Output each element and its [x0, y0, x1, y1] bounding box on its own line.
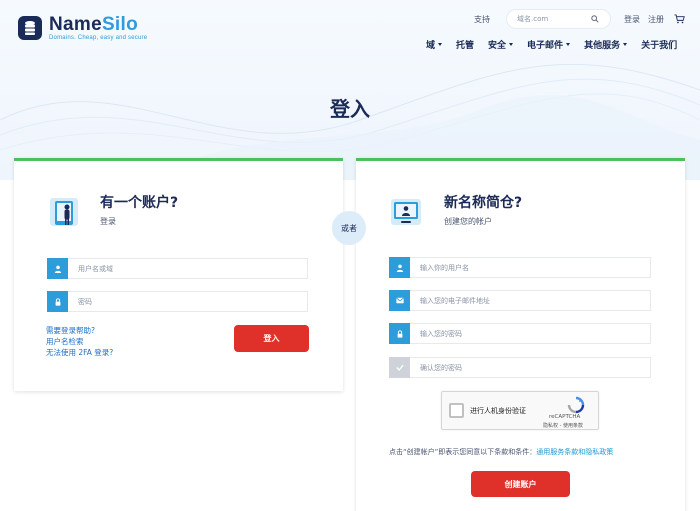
chevron-down-icon — [438, 43, 443, 46]
recaptcha-checkbox[interactable] — [449, 403, 464, 418]
register-username-input[interactable] — [410, 257, 651, 278]
chevron-down-icon — [623, 43, 628, 46]
page-title: 登入 — [330, 97, 370, 121]
cart-icon[interactable] — [674, 14, 685, 24]
header-login-link[interactable]: 登录 — [624, 14, 640, 25]
login-username-field — [47, 258, 308, 279]
login-card-header: 有一个账户? 登录 — [47, 195, 178, 229]
nav-other-services[interactable]: 其他服务 — [584, 38, 628, 51]
login-help-links: 需要登录帮助? 用户名检索 无法使用 2FA 登录? — [46, 325, 113, 358]
register-confirm-password-input[interactable] — [410, 357, 651, 378]
chevron-down-icon — [509, 43, 514, 46]
register-password-field — [389, 323, 651, 344]
terms-text: 点击“创建帐户”即表示您同意以下条款和条件： — [389, 448, 537, 456]
header-register-link[interactable]: 注册 — [648, 14, 664, 25]
nav-about-us[interactable]: 关于我们 — [641, 38, 677, 51]
register-username-field — [389, 257, 651, 278]
logo-silo-icon — [18, 16, 42, 40]
domain-search-box — [507, 10, 610, 28]
terms-notice: 点击“创建帐户”即表示您同意以下条款和条件：通用服务条款和隐私政策 — [389, 447, 613, 457]
2fa-help-link[interactable]: 无法使用 2FA 登录? — [46, 347, 113, 358]
support-link[interactable]: 支持 — [474, 14, 490, 25]
lock-icon — [47, 291, 68, 312]
username-recovery-link[interactable]: 用户名检索 — [46, 336, 113, 347]
domain-search-input[interactable] — [517, 15, 591, 23]
create-account-button[interactable]: 创建账户 — [471, 471, 570, 497]
register-email-field — [389, 290, 651, 311]
envelope-icon — [389, 290, 410, 311]
nav-security[interactable]: 安全 — [488, 38, 514, 51]
top-utility-bar: 支持 登录 注册 — [474, 10, 685, 28]
create-account-illustration-icon — [389, 195, 423, 229]
user-icon — [389, 257, 410, 278]
terms-link[interactable]: 通用服务条款和隐私政策 — [536, 448, 613, 456]
nav-domains[interactable]: 域 — [426, 38, 443, 51]
recaptcha-label: 进行人机身份验证 — [470, 407, 526, 415]
nav-email[interactable]: 电子邮件 — [527, 38, 571, 51]
login-password-field — [47, 291, 308, 312]
main-nav: 域 托管 安全 电子邮件 其他服务 关于我们 — [426, 38, 677, 51]
lock-icon — [389, 323, 410, 344]
login-card-title: 有一个账户? — [100, 195, 179, 211]
logo-tagline: Domains. Cheap, easy and secure — [49, 35, 148, 41]
user-login-illustration-icon — [47, 195, 81, 229]
login-submit-button[interactable]: 登入 — [234, 325, 309, 352]
search-icon[interactable] — [591, 15, 599, 23]
register-confirm-password-field — [389, 357, 651, 378]
login-card-subtitle: 登录 — [100, 217, 116, 226]
namesilo-logo[interactable]: NameSilo Domains. Cheap, easy and secure — [18, 15, 147, 41]
user-icon — [47, 258, 68, 279]
register-card-header: 新名称简仓? 创建您的帐户 — [389, 195, 522, 229]
login-help-link[interactable]: 需要登录帮助? — [46, 325, 113, 336]
register-card-title: 新名称简仓? — [444, 195, 523, 211]
checkmark-icon — [389, 357, 410, 378]
login-password-input[interactable] — [68, 291, 308, 312]
logo-name: NameSilo — [49, 14, 138, 35]
or-divider-badge: 或者 — [332, 211, 366, 245]
chevron-down-icon — [566, 43, 571, 46]
nav-hosting[interactable]: 托管 — [456, 38, 474, 51]
register-password-input[interactable] — [410, 323, 651, 344]
login-username-input[interactable] — [68, 258, 308, 279]
register-email-input[interactable] — [410, 290, 651, 311]
recaptcha-brand: reCAPTCHA — [549, 414, 581, 420]
recaptcha-privacy-terms-link[interactable]: 隐私权 - 使用条款 — [543, 422, 583, 429]
recaptcha-widget: 进行人机身份验证 reCAPTCHA 隐私权 - 使用条款 — [441, 391, 599, 430]
register-card-subtitle: 创建您的帐户 — [444, 217, 492, 226]
